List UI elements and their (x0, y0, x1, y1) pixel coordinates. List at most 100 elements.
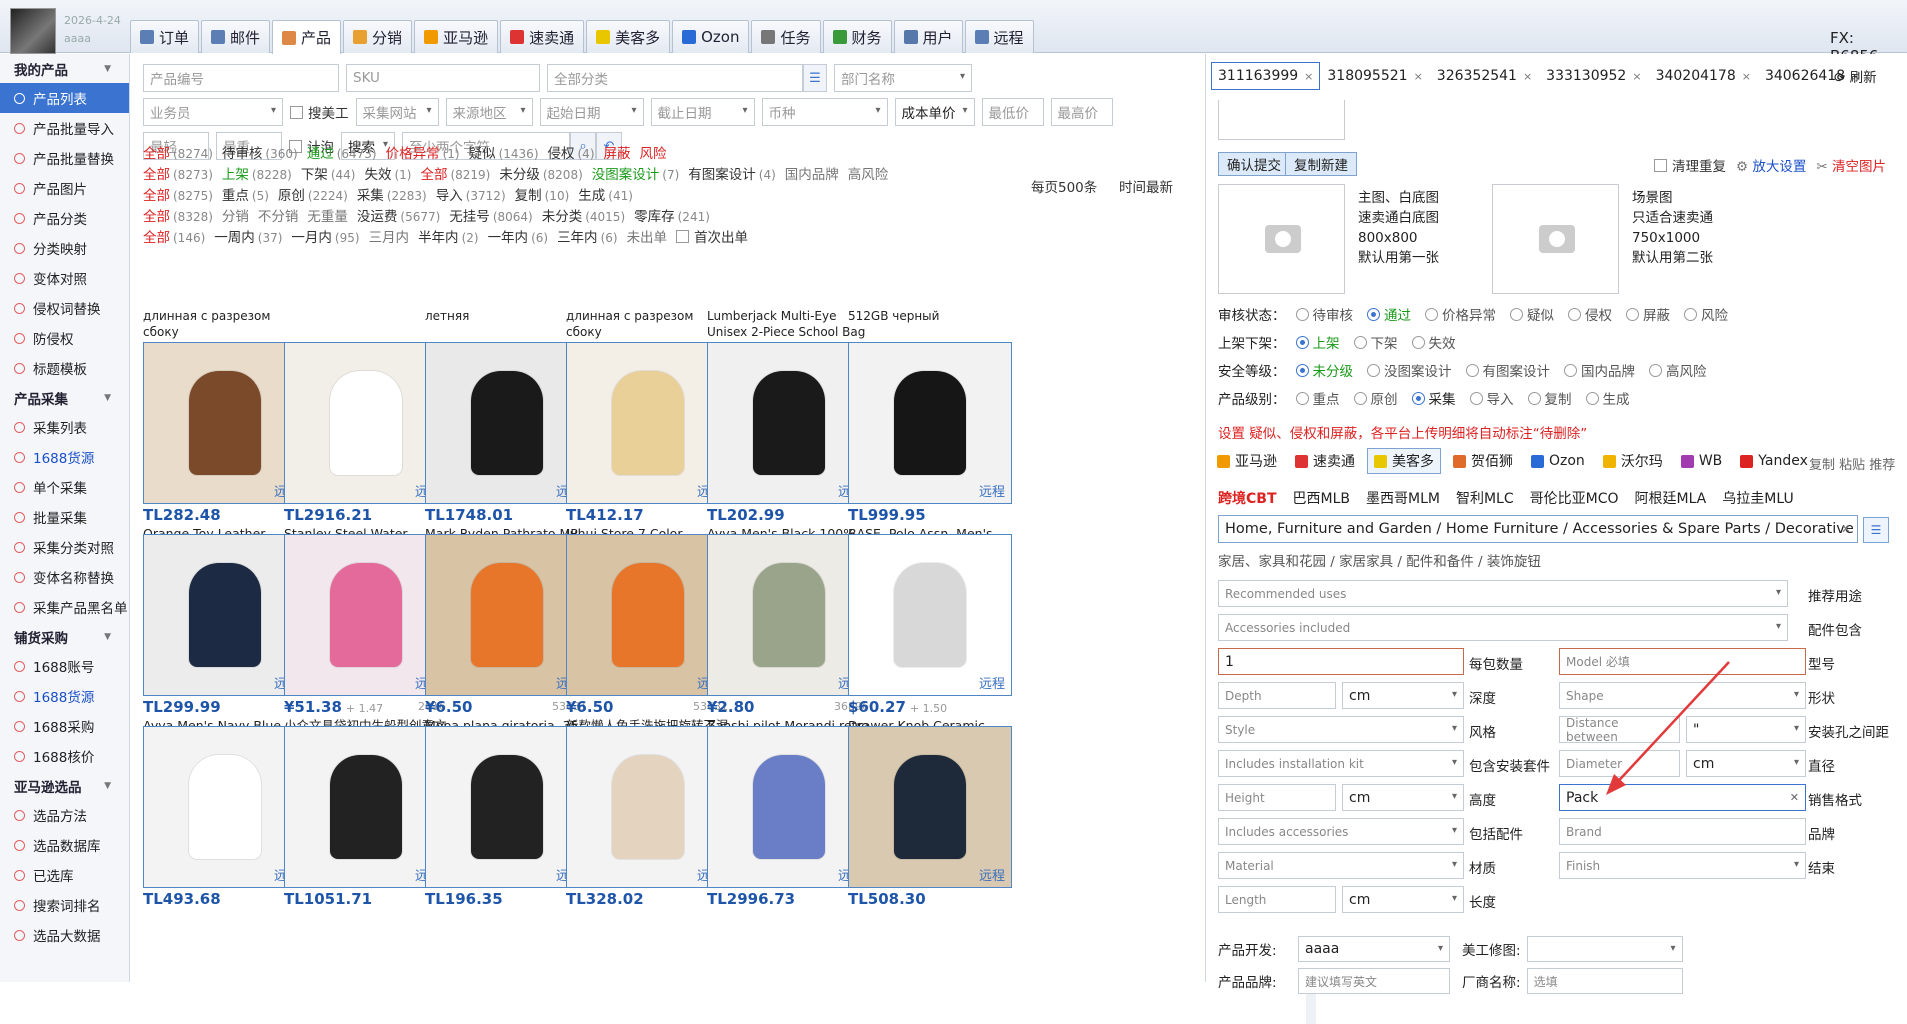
filter-option[interactable]: 有图案设计 (4) (688, 163, 776, 183)
tab-amazon[interactable]: 亚马逊 (414, 20, 499, 53)
radio-circle[interactable] (1367, 363, 1380, 377)
product-card[interactable]: 远程 TL1051.71 (284, 692, 448, 908)
tab-user[interactable]: 用户 (893, 20, 963, 53)
sidebar-section-title[interactable]: 亚马逊选品 ▼ (0, 771, 129, 800)
product-image[interactable]: 远程 (566, 342, 730, 504)
sidebar-item[interactable]: 选品数据库 (0, 830, 129, 860)
source-region-select[interactable]: 来源地区 (445, 98, 533, 126)
product-card[interactable]: 远程 TL2996.73 (707, 692, 871, 908)
radio-circle[interactable] (1510, 307, 1523, 321)
copy-new-button[interactable]: 复制新建 (1285, 152, 1357, 176)
radio-option[interactable]: 复制 (1527, 388, 1572, 408)
distance-unit-select[interactable]: " (1686, 716, 1806, 743)
diameter-unit-select[interactable]: cm (1686, 750, 1806, 777)
remote-link[interactable]: 远程 (979, 865, 1005, 884)
main-image-slot[interactable] (1218, 184, 1345, 294)
image-slot-top[interactable] (1218, 100, 1345, 140)
confirm-submit-button[interactable]: 确认提交 (1218, 152, 1290, 176)
sidebar-section-title[interactable]: 铺货采购 ▼ (0, 622, 129, 651)
search-art-checkbox[interactable]: 搜美工 (290, 102, 349, 122)
product-card[interactable]: 远程¥6.5053631Mopa plana giratoria, 35/ 42… (425, 500, 589, 767)
radio-circle[interactable] (1353, 335, 1367, 349)
filter-option[interactable]: 一周内 (37) (214, 226, 282, 246)
filter-option[interactable]: 国内品牌 (785, 163, 839, 183)
sidebar-item[interactable]: 采集分类对照 (0, 532, 129, 562)
length-unit-select[interactable]: cm (1342, 886, 1464, 913)
close-icon[interactable]: × (1523, 70, 1532, 83)
tab-order[interactable]: 订单 (130, 20, 200, 53)
radio-circle[interactable] (1564, 363, 1577, 377)
radio-circle[interactable] (1568, 307, 1581, 321)
tab-ozon[interactable]: Ozon (672, 20, 750, 53)
length-input[interactable]: Length (1218, 886, 1336, 913)
radio-option[interactable]: 通过 (1367, 304, 1411, 324)
filter-option[interactable]: 三月内 (369, 226, 410, 246)
close-icon[interactable]: × (1742, 70, 1751, 83)
filter-option[interactable]: 疑似 (1436) (469, 142, 539, 162)
end-date-picker[interactable]: 截止日期 (650, 98, 755, 126)
site-tab[interactable]: 跨境CBT (1218, 488, 1277, 508)
product-id-tab[interactable]: 318095521 × (1320, 62, 1429, 90)
filter-option[interactable]: 待审核 (360) (222, 142, 298, 162)
filter-option[interactable]: 分销 (222, 205, 249, 225)
sidebar-item[interactable]: 防侵权 (0, 323, 129, 353)
radio-option[interactable]: 屏蔽 (1626, 304, 1670, 324)
clear-icon[interactable]: ✕ (1841, 522, 1851, 536)
filter-option[interactable]: 复制 (10) (515, 184, 570, 204)
product-id-tab[interactable]: 340204178 × (1649, 62, 1758, 90)
height-input[interactable]: Height (1218, 784, 1336, 811)
tab-finance[interactable]: 财务 (822, 20, 892, 53)
product-image[interactable]: 远程 (566, 726, 730, 888)
radio-option[interactable]: 疑似 (1510, 304, 1554, 324)
diameter-input[interactable]: Diameter (1559, 750, 1680, 777)
remote-link[interactable]: 远程 (979, 673, 1005, 692)
sidebar-item[interactable]: 1688采购 (0, 711, 129, 741)
product-image[interactable]: 远程 (566, 534, 730, 696)
radio-option[interactable]: 国内品牌 (1564, 360, 1635, 380)
product-card[interactable]: летняя远程TL1748.01Mark Ryden Pathrato MR-… (425, 308, 589, 575)
product-card[interactable]: 远程 TL508.30 (848, 692, 1012, 908)
close-icon[interactable]: × (1632, 70, 1641, 83)
start-date-picker[interactable]: 起始日期 (539, 98, 644, 126)
product-card[interactable]: Lumberjack Multi-Eye Unisex 2-Piece Scho… (707, 308, 871, 575)
clear-images-button[interactable]: ✂ 清空图片 (1816, 155, 1886, 175)
depth-input[interactable]: Depth (1218, 682, 1336, 709)
filter-option[interactable]: 重点 (5) (222, 184, 269, 204)
radio-circle[interactable] (1295, 363, 1309, 377)
filter-option[interactable]: 无挂号 (8064) (449, 205, 532, 225)
product-image[interactable]: 远程 (707, 726, 871, 888)
filter-option[interactable]: 一年内 (6) (488, 226, 549, 246)
art-select[interactable] (1526, 936, 1683, 962)
checkbox[interactable] (676, 229, 690, 243)
radio-circle[interactable] (1626, 307, 1639, 321)
radio-circle[interactable] (1295, 335, 1309, 349)
units-per-pack-input[interactable]: 1 (1218, 648, 1464, 675)
radio-circle[interactable] (1411, 335, 1425, 349)
platform-tab[interactable]: 美客多 (1367, 448, 1441, 474)
salesman-select[interactable]: 业务员 (143, 98, 283, 126)
tab-mail[interactable]: 邮件 (201, 20, 271, 53)
product-image[interactable]: 远程 (143, 342, 307, 504)
recommended-uses-select[interactable]: Recommended uses (1218, 580, 1788, 607)
product-image[interactable]: 远程 (284, 726, 448, 888)
filter-option[interactable]: 全部 (8219) (420, 163, 490, 183)
filter-option[interactable]: 未分级 (8208) (499, 163, 582, 183)
filter-option[interactable]: 半年内 (2) (418, 226, 479, 246)
tab-distribution[interactable]: 分销 (343, 20, 413, 53)
category-picker-icon[interactable]: ☰ (803, 64, 827, 92)
product-card[interactable]: 远程 TL493.68 (143, 692, 307, 908)
product-card[interactable]: 远程$60.27+ 1.50Drawer Knob Ceramic Cabine… (848, 500, 1012, 767)
sidebar-item[interactable]: 批量采集 (0, 502, 129, 532)
sidebar-item[interactable]: 1688货源 (0, 442, 129, 472)
sidebar-item[interactable]: 产品图片 (0, 173, 129, 203)
filter-option[interactable]: 一月内 (95) (291, 226, 359, 246)
filter-option[interactable]: 失效 (1) (364, 163, 411, 183)
product-no-input[interactable]: 产品编号 (143, 64, 339, 92)
product-card[interactable]: длинная с разрезом сбоку远程TL282.48Orange… (143, 308, 307, 575)
product-image[interactable]: 远程 (425, 534, 589, 696)
dept-select[interactable]: 部门名称 (834, 64, 972, 92)
product-id-tab[interactable]: 333130952 × (1539, 62, 1648, 90)
site-tab[interactable]: 乌拉圭MLU (1722, 488, 1793, 508)
sidebar-item[interactable]: 变体对照 (0, 263, 129, 293)
sidebar-section-title[interactable]: 产品采集 ▼ (0, 383, 129, 412)
